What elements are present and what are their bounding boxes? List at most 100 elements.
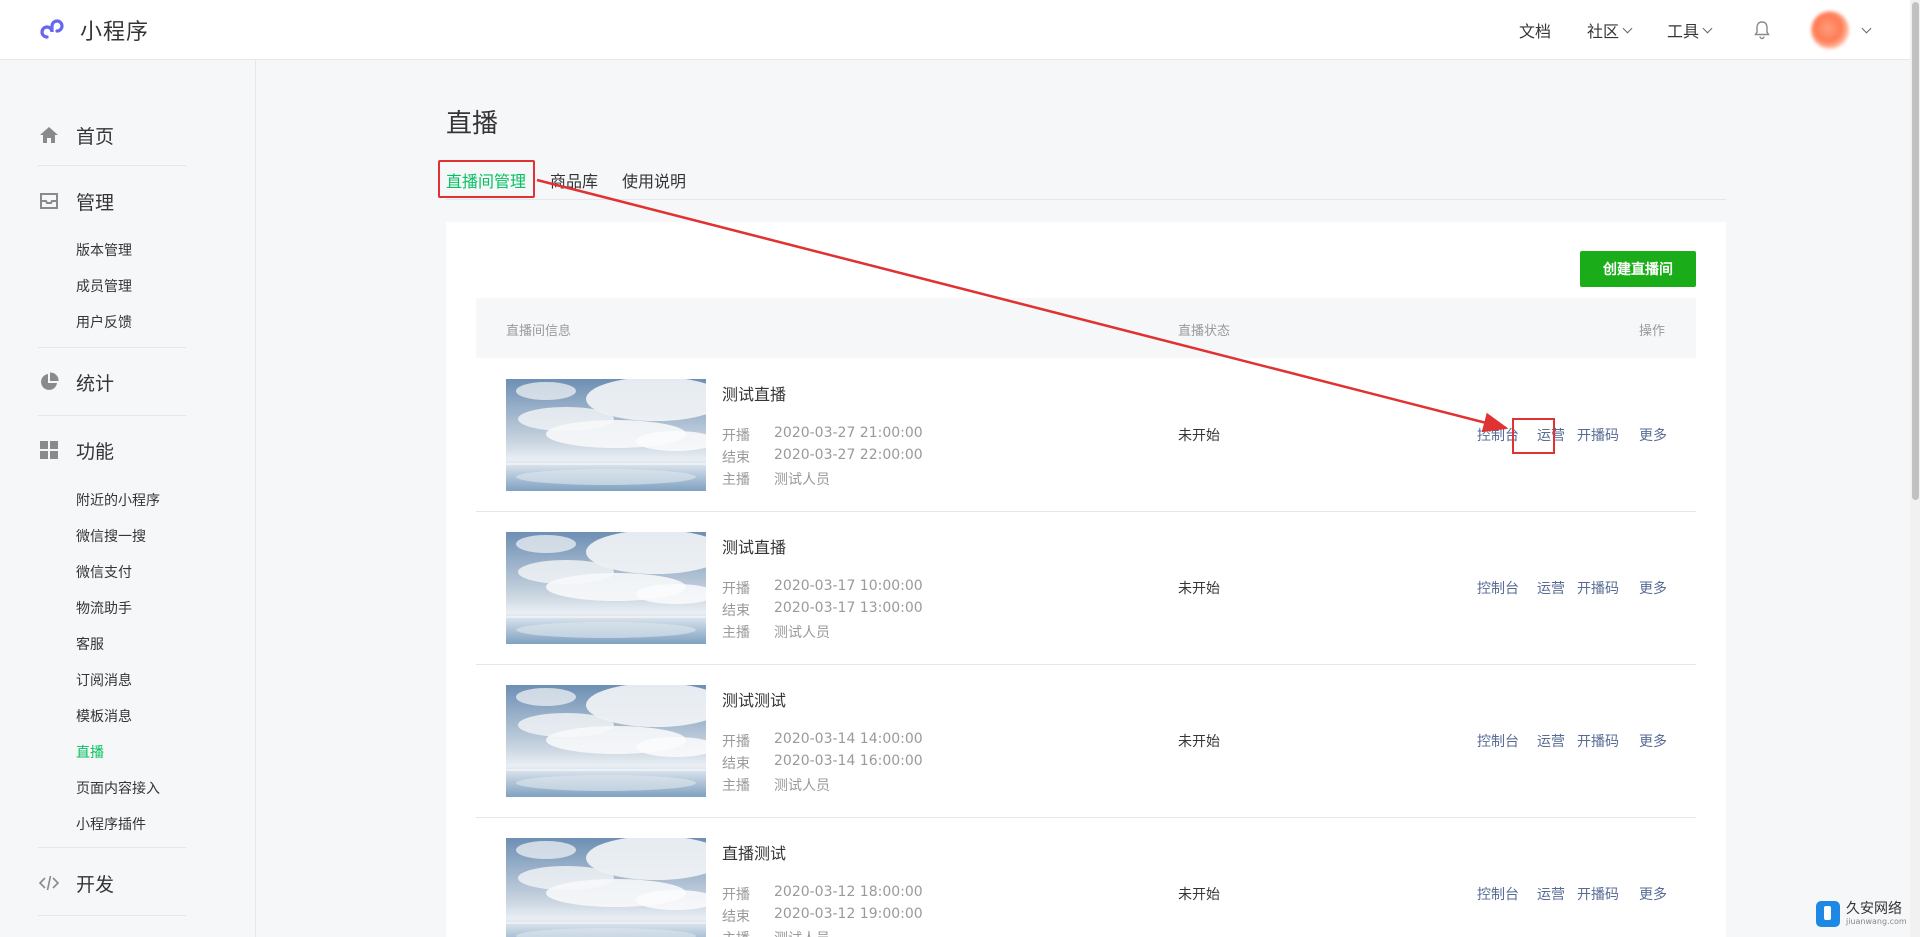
nav-docs[interactable]: 文档 bbox=[1519, 18, 1551, 42]
meta-label: 开播 bbox=[722, 734, 750, 750]
sidebar-item-manage[interactable]: 管理 bbox=[38, 186, 114, 216]
room-anchor: 主播 测试人员 bbox=[722, 469, 830, 489]
room-status: 未开始 bbox=[1178, 428, 1220, 444]
meta-value: 测试人员 bbox=[774, 625, 830, 641]
home-icon bbox=[40, 127, 58, 143]
page-scrollbar[interactable] bbox=[1910, 0, 1920, 937]
meta-value: 2020-03-14 14:00:00 bbox=[774, 731, 923, 747]
tab-product-library[interactable]: 商品库 bbox=[550, 168, 598, 192]
annotation-highlight-box bbox=[438, 160, 535, 198]
tab-instructions[interactable]: 使用说明 bbox=[622, 168, 686, 192]
sidebar-item-feedback[interactable]: 用户反馈 bbox=[76, 312, 132, 332]
operate-link[interactable]: 运营 bbox=[1537, 884, 1565, 904]
meta-value: 2020-03-27 22:00:00 bbox=[774, 447, 923, 463]
sidebar-item-version[interactable]: 版本管理 bbox=[76, 240, 132, 260]
scrollbar-thumb[interactable] bbox=[1912, 2, 1919, 500]
sidebar-item-template[interactable]: 模板消息 bbox=[76, 706, 132, 726]
meta-value: 测试人员 bbox=[774, 472, 830, 488]
room-start-time: 开播 2020-03-17 10:00:00 bbox=[722, 578, 923, 598]
sidebar-item-pay[interactable]: 微信支付 bbox=[76, 562, 132, 582]
sidebar-divider bbox=[38, 347, 186, 348]
sidebar-item-content[interactable]: 页面内容接入 bbox=[76, 778, 160, 798]
sidebar-item-subscribe[interactable]: 订阅消息 bbox=[76, 670, 132, 690]
nav-tools[interactable]: 工具 bbox=[1667, 18, 1713, 42]
sidebar-item-develop[interactable]: 开发 bbox=[38, 868, 114, 898]
start-code-link[interactable]: 开播码 bbox=[1577, 578, 1619, 598]
logo-text: 小程序 bbox=[80, 20, 150, 45]
meta-value: 2020-03-27 21:00:00 bbox=[774, 425, 923, 441]
meta-label: 开播 bbox=[722, 887, 750, 903]
sidebar-item-search[interactable]: 微信搜一搜 bbox=[76, 526, 146, 546]
meta-label: 结束 bbox=[722, 756, 750, 772]
sidebar-item-nearby[interactable]: 附近的小程序 bbox=[76, 490, 160, 510]
more-link[interactable]: 更多 bbox=[1639, 731, 1667, 751]
room-list-card: 创建直播间 直播间信息 直播状态 操作 测试直播 开播 2020-03-27 2… bbox=[446, 222, 1726, 937]
top-nav: 文档 社区 工具 bbox=[1483, 0, 1872, 60]
console-link[interactable]: 控制台 bbox=[1477, 884, 1519, 904]
grid-icon bbox=[40, 441, 58, 459]
top-header: 小程序 文档 社区 工具 bbox=[0, 0, 1920, 60]
create-room-button[interactable]: 创建直播间 bbox=[1580, 251, 1696, 287]
sidebar-item-members[interactable]: 成员管理 bbox=[76, 276, 132, 296]
room-status: 未开始 bbox=[1178, 887, 1220, 903]
room-end-time: 结束 2020-03-14 16:00:00 bbox=[722, 753, 923, 773]
room-start-time: 开播 2020-03-27 21:00:00 bbox=[722, 425, 923, 445]
table-header: 直播间信息 直播状态 操作 bbox=[476, 298, 1696, 358]
meta-value: 测试人员 bbox=[774, 928, 830, 937]
sidebar-item-features[interactable]: 功能 bbox=[38, 435, 114, 465]
start-code-link[interactable]: 开播码 bbox=[1577, 731, 1619, 751]
watermark-text: 久安网络 bbox=[1846, 901, 1902, 917]
room-anchor: 主播 测试人员 bbox=[722, 775, 830, 795]
nav-community[interactable]: 社区 bbox=[1587, 18, 1633, 42]
watermark-logo-icon bbox=[1816, 901, 1840, 927]
chevron-down-icon[interactable] bbox=[1861, 23, 1872, 33]
chevron-down-icon bbox=[1702, 23, 1713, 33]
sidebar-item-label: 首页 bbox=[76, 125, 115, 148]
inbox-icon bbox=[40, 193, 58, 209]
room-start-time: 开播 2020-03-14 14:00:00 bbox=[722, 731, 923, 751]
logo[interactable]: 小程序 bbox=[38, 14, 149, 46]
operate-link[interactable]: 运营 bbox=[1537, 578, 1565, 598]
sidebar-item-plugin[interactable]: 小程序插件 bbox=[76, 814, 146, 834]
sidebar-item-service[interactable]: 客服 bbox=[76, 634, 104, 654]
console-link[interactable]: 控制台 bbox=[1477, 731, 1519, 751]
annotation-highlight-box bbox=[1512, 418, 1555, 454]
table-row: 测试测试 开播 2020-03-14 14:00:00 结束 2020-03-1… bbox=[476, 665, 1696, 818]
room-cover-image bbox=[506, 379, 706, 491]
meta-label: 主播 bbox=[722, 625, 750, 641]
header-status: 直播状态 bbox=[1178, 324, 1231, 339]
meta-label: 结束 bbox=[722, 450, 750, 466]
console-link[interactable]: 控制台 bbox=[1477, 578, 1519, 598]
sidebar-item-live[interactable]: 直播 bbox=[76, 742, 104, 762]
meta-label: 主播 bbox=[722, 931, 750, 937]
chevron-down-icon bbox=[1622, 23, 1633, 33]
more-link[interactable]: 更多 bbox=[1639, 578, 1667, 598]
sidebar-item-label: 功能 bbox=[76, 440, 115, 463]
room-end-time: 结束 2020-03-12 19:00:00 bbox=[722, 906, 923, 926]
meta-value: 2020-03-12 19:00:00 bbox=[774, 906, 923, 922]
miniprogram-logo-icon bbox=[40, 19, 64, 39]
start-code-link[interactable]: 开播码 bbox=[1577, 425, 1619, 445]
page-title: 直播 bbox=[446, 109, 499, 139]
room-cover-image bbox=[506, 532, 706, 644]
sidebar-divider bbox=[38, 165, 186, 166]
meta-value: 2020-03-17 13:00:00 bbox=[774, 600, 923, 616]
sidebar-item-home[interactable]: 首页 bbox=[38, 120, 114, 150]
operate-link[interactable]: 运营 bbox=[1537, 731, 1565, 751]
room-end-time: 结束 2020-03-17 13:00:00 bbox=[722, 600, 923, 620]
tab-bar: 直播间管理 商品库 使用说明 bbox=[446, 168, 1726, 200]
meta-label: 结束 bbox=[722, 603, 750, 619]
room-title: 直播测试 bbox=[722, 844, 787, 863]
more-link[interactable]: 更多 bbox=[1639, 425, 1667, 445]
meta-label: 主播 bbox=[722, 472, 750, 488]
sidebar-item-label: 开发 bbox=[76, 873, 115, 896]
avatar[interactable] bbox=[1811, 11, 1849, 49]
more-link[interactable]: 更多 bbox=[1639, 884, 1667, 904]
bell-icon[interactable] bbox=[1751, 19, 1773, 41]
sidebar-divider bbox=[38, 415, 186, 416]
sidebar-item-logistics[interactable]: 物流助手 bbox=[76, 598, 132, 618]
start-code-link[interactable]: 开播码 bbox=[1577, 884, 1619, 904]
sidebar-item-stats[interactable]: 统计 bbox=[38, 367, 114, 397]
room-status: 未开始 bbox=[1178, 581, 1220, 597]
sidebar-divider bbox=[38, 915, 186, 916]
